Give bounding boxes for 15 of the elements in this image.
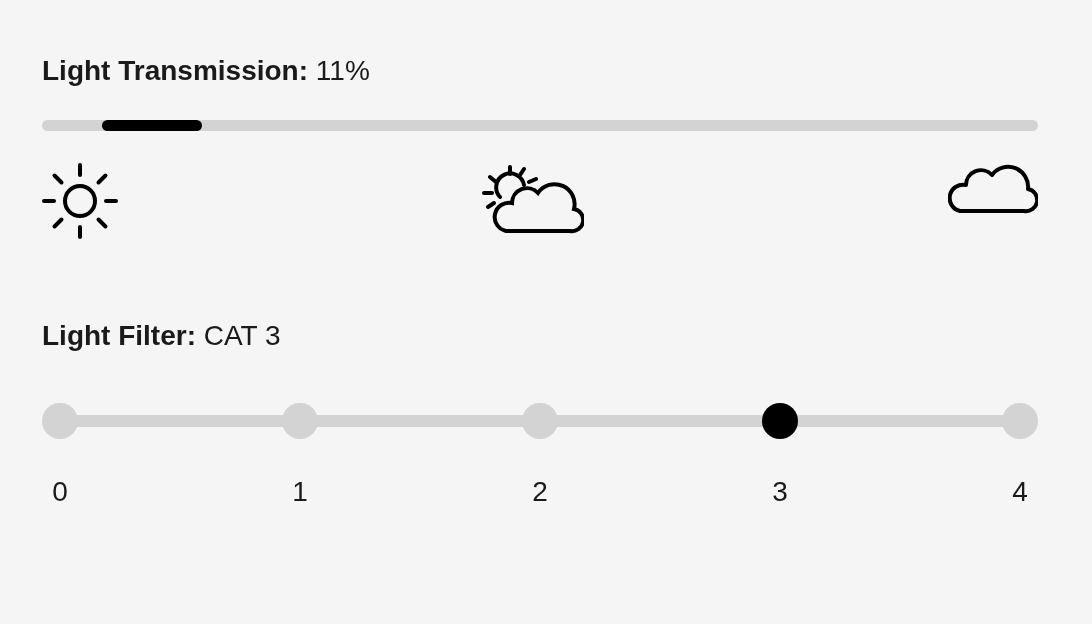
filter-label: Light Filter: CAT 3 <box>42 319 282 353</box>
step-number: 2 <box>532 475 548 509</box>
step-dot[interactable] <box>42 403 78 439</box>
step-dot[interactable] <box>1002 403 1038 439</box>
step-number: 4 <box>1012 475 1028 509</box>
slider-thumb[interactable] <box>101 120 202 131</box>
cloud-icon <box>948 163 1038 215</box>
partly-cloudy-icon <box>482 163 584 235</box>
step-number: 1 <box>292 475 308 509</box>
transmission-label: Light Transmission: 11% <box>42 54 371 88</box>
step-number: 3 <box>772 475 788 509</box>
step-dot[interactable] <box>762 403 798 439</box>
slider-track[interactable] <box>42 120 1038 131</box>
step-number: 0 <box>52 475 68 509</box>
sun-icon <box>42 163 118 239</box>
